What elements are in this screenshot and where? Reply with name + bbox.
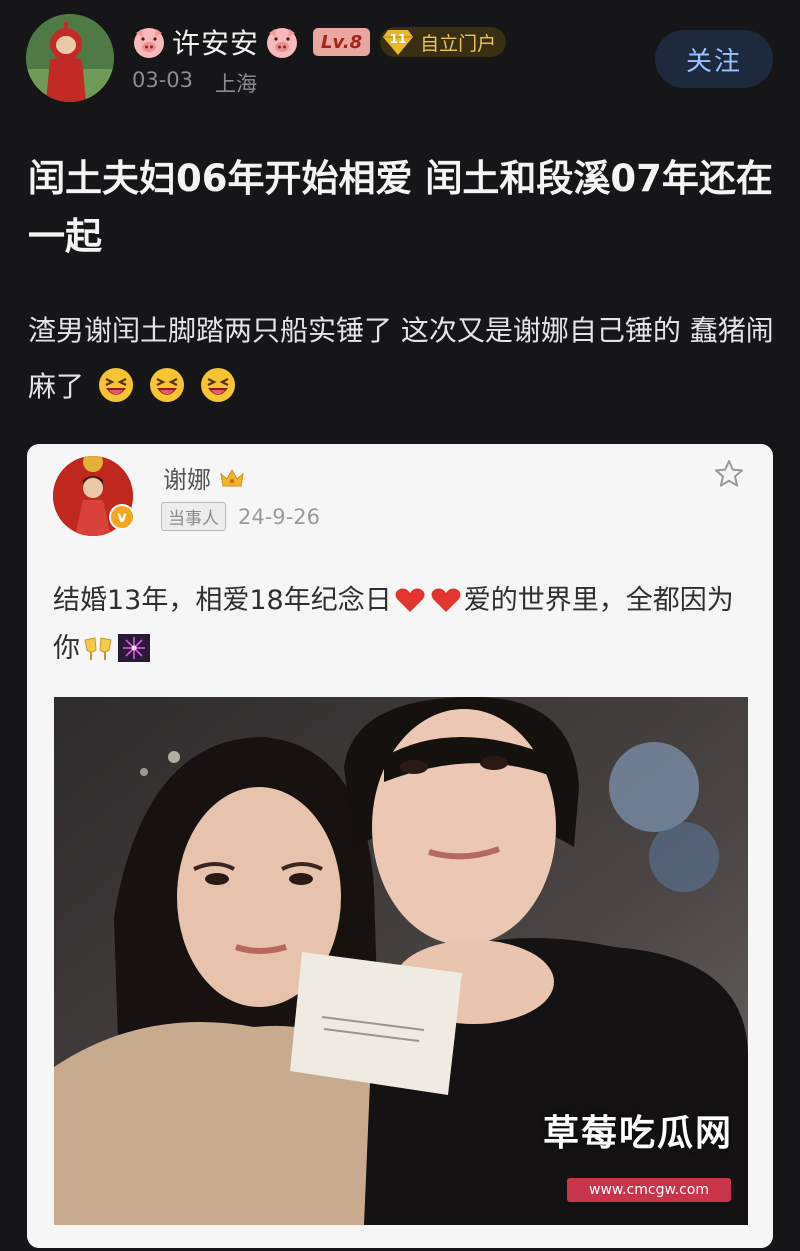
watermark-url: www.cmcgw.com	[589, 1182, 709, 1198]
cheers-icon	[82, 630, 114, 660]
quoted-author-name[interactable]: 谢娜	[163, 460, 211, 495]
star-icon[interactable]	[713, 458, 745, 490]
quoted-post-card[interactable]: v 谢娜 当事人 24-9-26 结婚13年，相爱18年纪念日 爱的世界里，全都因…	[27, 444, 773, 1248]
post-meta: 03-03 上海	[132, 68, 257, 98]
watermark-title: 草莓吃瓜网	[543, 1113, 734, 1154]
fan-badge[interactable]: 11 自立门户	[380, 27, 507, 57]
heart-icon	[430, 582, 462, 612]
crown-icon	[219, 467, 245, 489]
post-date: 03-03	[132, 68, 194, 92]
grinning-squint-emoji-icon	[199, 366, 237, 404]
post-body-text: 渣男谢闰土脚踏两只船实锤了 这次又是谢娜自己锤的 蠢猪闹麻了	[28, 314, 774, 403]
post-location: 上海	[215, 72, 258, 96]
role-tag: 当事人	[161, 502, 226, 531]
author-name[interactable]: 许安安	[172, 22, 259, 62]
site-watermark: 草莓吃瓜网 www.cmcgw.com	[507, 1104, 773, 1204]
fireworks-icon	[118, 630, 150, 662]
pig-emoji-icon	[265, 25, 299, 59]
post-header: 许安安 Lv.8 11 自立门户 03-03 上海 关注	[0, 0, 800, 115]
quoted-author-row: 谢娜	[163, 460, 245, 495]
grinning-squint-emoji-icon	[97, 366, 135, 404]
post-body: 渣男谢闰土脚踏两只船实锤了 这次又是谢娜自己锤的 蠢猪闹麻了	[28, 303, 778, 415]
author-name-row: 许安安 Lv.8 11 自立门户	[132, 22, 507, 62]
verified-icon: v	[109, 504, 135, 530]
quoted-text: 结婚13年，相爱18年纪念日 爱的世界里，全都因为你	[53, 577, 753, 673]
fan-badge-level: 11	[389, 32, 407, 46]
diamond-icon: 11	[382, 28, 414, 56]
quoted-meta: 当事人 24-9-26	[161, 502, 320, 531]
fan-badge-label: 自立门户	[420, 32, 497, 55]
heart-icon	[394, 582, 426, 612]
author-avatar[interactable]	[26, 14, 114, 102]
quoted-text-part1: 结婚13年，相爱18年纪念日	[53, 585, 392, 616]
level-badge: Lv.8	[313, 28, 371, 56]
quoted-date: 24-9-26	[238, 504, 320, 529]
grinning-squint-emoji-icon	[148, 366, 186, 404]
follow-button[interactable]: 关注	[655, 30, 773, 88]
pig-emoji-icon	[132, 25, 166, 59]
post-title: 闰土夫妇06年开始相爱 闰土和段溪07年还在一起	[28, 157, 773, 258]
